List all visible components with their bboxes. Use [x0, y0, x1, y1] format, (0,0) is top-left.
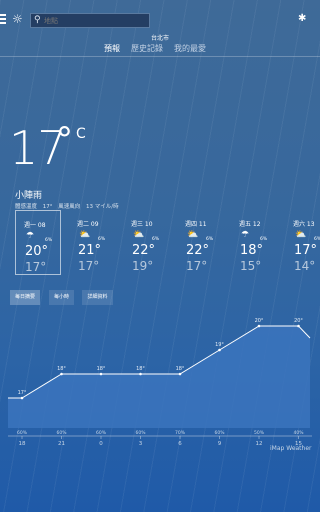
temp-point — [257, 324, 261, 328]
forecast-day[interactable]: 週三 10 ⛅ 6% 22° 19° — [123, 210, 169, 275]
x-tick-label: 6 — [178, 441, 182, 447]
precip-label: 60% — [96, 430, 107, 436]
temp-area — [8, 326, 310, 428]
temp-unit: C — [76, 126, 86, 142]
day-label: 週六 13 — [293, 221, 315, 228]
temp-point-label: 19° — [215, 342, 224, 348]
day-label: 週五 12 — [239, 221, 261, 228]
day-label: 週四 11 — [185, 221, 207, 228]
high-temp: 21° — [78, 243, 102, 258]
partly-cloudy-icon: ⛅ — [295, 230, 307, 240]
high-temp: 18° — [240, 243, 264, 258]
precip-chance: 6% — [206, 237, 214, 242]
high-temp: 22° — [132, 243, 156, 258]
search-icon: ⚲ — [34, 15, 41, 25]
details-button[interactable]: 詳細資料 — [82, 290, 113, 305]
forecast-day[interactable]: 週二 09 ⛅ 6% 21° 17° — [69, 210, 115, 275]
low-temp: 17° — [78, 259, 100, 273]
high-temp: 22° — [186, 243, 210, 258]
partly-cloudy-icon: ⛅ — [79, 230, 91, 240]
tab-forecast[interactable]: 預報 — [104, 43, 120, 54]
temp-point — [139, 372, 142, 376]
daily-summary-button[interactable]: 每日摘要 — [10, 290, 40, 305]
city-name: 台北市 — [150, 35, 169, 42]
x-tick-label: 3 — [139, 441, 143, 447]
temp-point-label: 17° — [18, 390, 27, 396]
sun-icon[interactable]: ☼ — [12, 13, 24, 25]
menu-icon[interactable] — [0, 14, 6, 24]
temp-point — [178, 372, 182, 376]
precip-label: 50% — [254, 430, 265, 436]
high-temp: 20° — [25, 244, 49, 259]
low-temp: 17° — [186, 259, 208, 273]
temp-point-label: 18° — [97, 366, 106, 372]
forecast-day[interactable]: 週一 08 ☂ 6% 20° 17° — [15, 210, 61, 275]
hourly-button[interactable]: 每小時 — [49, 290, 74, 305]
tab-divider — [0, 56, 320, 57]
x-tick-label: 12 — [256, 441, 263, 447]
precip-chance: 6% — [98, 237, 106, 242]
condition-text: 小陣雨 — [15, 191, 43, 201]
x-tick-label: 21 — [58, 441, 65, 447]
rain-icon: ☂ — [241, 230, 250, 240]
temp-point — [99, 372, 103, 376]
forecast-day[interactable]: 週四 11 ⛅ 6% 22° 17° — [177, 210, 223, 275]
day-label: 週一 08 — [24, 222, 46, 229]
low-temp: 14° — [294, 259, 316, 273]
search-input[interactable] — [44, 14, 144, 27]
pin-icon[interactable]: ✱ — [298, 14, 306, 24]
day-label: 週二 09 — [77, 221, 99, 228]
low-temp: 15° — [240, 259, 262, 273]
precip-label: 70% — [175, 430, 186, 436]
precip-chance: 6% — [152, 237, 160, 242]
precip-chance: 6% — [45, 238, 53, 243]
precip-label: 60% — [56, 430, 67, 436]
low-temp: 19° — [132, 259, 154, 273]
x-tick-label: 9 — [218, 441, 222, 447]
degree-symbol: ° — [56, 120, 73, 160]
temp-point-label: 20° — [255, 318, 264, 324]
temp-point-label: 18° — [176, 366, 185, 372]
forecast-day[interactable]: 週六 13 ⛅ 6%17°14° — [285, 210, 320, 275]
precip-label: 60% — [135, 430, 146, 436]
brand-label: iMap Weather — [270, 445, 312, 452]
day-label: 週三 10 — [131, 221, 153, 228]
x-tick-label: 18 — [19, 441, 26, 447]
temp-point — [20, 396, 24, 400]
temp-point — [218, 348, 221, 352]
tab-favorites[interactable]: 我的最愛 — [174, 43, 206, 54]
temp-point-label: 20° — [294, 318, 303, 324]
precip-label: 40% — [293, 430, 304, 436]
precip-label: 60% — [214, 430, 225, 436]
tab-history[interactable]: 歷史記錄 — [131, 43, 163, 54]
current-details: 體感溫度 17° 風速風向 13 マイル/時 — [15, 202, 123, 210]
partly-cloudy-icon: ⛅ — [187, 230, 199, 240]
precip-chance: 6% — [260, 237, 268, 242]
partly-cloudy-icon: ⛅ — [133, 230, 145, 240]
x-tick-label: 0 — [99, 441, 103, 447]
tab-bar: 預報 歷史記錄 我的最愛 — [104, 43, 206, 54]
forecast-day[interactable]: 週五 12 ☂ 6% 18° 15° — [231, 210, 277, 275]
temp-point — [60, 372, 63, 376]
rain-icon: ☂ — [26, 231, 35, 241]
search-box[interactable]: ⚲ — [30, 13, 150, 28]
temp-point — [297, 324, 300, 328]
precip-chance: 6% — [314, 237, 320, 242]
precip-label: 60% — [17, 430, 28, 436]
high-temp: 17° — [294, 243, 318, 258]
hourly-temp-chart: 17° 60% 18 18° 60% 21 18° 60% 0 18° 60% 3 18° 70% 6 19°… — [8, 318, 312, 447]
temp-point-label: 18° — [57, 366, 66, 372]
temp-point-label: 18° — [136, 366, 145, 372]
low-temp: 17° — [25, 260, 47, 274]
